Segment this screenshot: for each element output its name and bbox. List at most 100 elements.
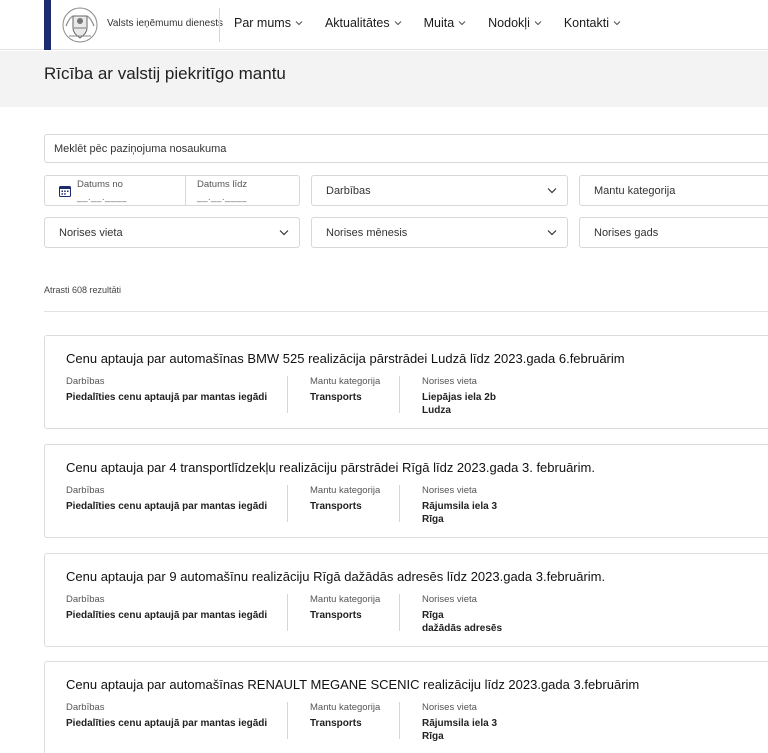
vieta-label: Norises vieta — [422, 376, 477, 387]
darbibas-value: Piedalīties cenu aptaujā par mantas iegā… — [66, 392, 268, 403]
norises-gads-select-label: Norises gads — [594, 227, 659, 239]
vieta-address: Rīga — [422, 610, 444, 621]
darbibas-column: Darbības Piedalīties cenu aptaujā par ma… — [66, 376, 267, 404]
darbibas-select[interactable]: Darbības — [311, 175, 568, 206]
kategorija-value: Transports — [310, 392, 362, 403]
chevron-down-icon — [458, 21, 466, 26]
notice-card[interactable]: Cenu aptauja par 9 automašīnu realizācij… — [44, 553, 768, 647]
results-divider — [44, 311, 768, 312]
date-from-label: Datums no — [77, 179, 123, 190]
darbibas-value: Piedalīties cenu aptaujā par mantas iegā… — [66, 501, 268, 512]
vieta-city: dažādās adresēs — [422, 623, 503, 634]
search-input[interactable]: Meklēt pēc paziņojuma nosaukuma — [44, 134, 768, 163]
kategorija-column: Mantu kategorija Transports — [310, 594, 380, 622]
nav-item-label: Aktualitātes — [324, 16, 390, 30]
vieta-label: Norises vieta — [422, 594, 477, 605]
chevron-down-icon — [547, 230, 557, 236]
darbibas-column: Darbības Piedalīties cenu aptaujā par ma… — [66, 485, 267, 513]
column-divider — [287, 376, 288, 413]
kategorija-label: Mantu kategorija — [310, 485, 381, 496]
notice-title[interactable]: Cenu aptauja par automašīnas RENAULT MEG… — [66, 677, 639, 692]
darbibas-label: Darbības — [66, 594, 105, 605]
nav-item-label: Muita — [423, 16, 455, 30]
notice-card[interactable]: Cenu aptauja par 4 transportlīdzekļu rea… — [44, 444, 768, 538]
column-divider — [399, 485, 400, 522]
darbibas-value: Piedalīties cenu aptaujā par mantas iegā… — [66, 718, 268, 729]
notice-card[interactable]: Cenu aptauja par automašīnas BMW 525 rea… — [44, 335, 768, 429]
main-nav: Par mums Aktualitātes Muita Nodokļi Kont… — [234, 16, 621, 30]
calendar-icon[interactable] — [59, 185, 71, 197]
kategorija-value: Transports — [310, 501, 362, 512]
darbibas-select-label: Darbības — [326, 185, 371, 197]
vieta-city: Rīga — [422, 514, 444, 525]
nav-item-kontakti[interactable]: Kontakti — [564, 16, 621, 30]
nav-item-nodokli[interactable]: Nodokļi — [488, 16, 542, 30]
notice-card[interactable]: Cenu aptauja par automašīnas RENAULT MEG… — [44, 661, 768, 753]
column-divider — [287, 485, 288, 522]
vieta-address: Rājumsila iela 3 — [422, 718, 498, 729]
norises-gads-select[interactable]: Norises gads — [579, 217, 768, 248]
darbibas-label: Darbības — [66, 485, 105, 496]
kategorija-label: Mantu kategorija — [310, 594, 381, 605]
chevron-down-icon — [295, 21, 303, 26]
header-divider — [219, 8, 220, 42]
darbibas-value: Piedalīties cenu aptaujā par mantas iegā… — [66, 610, 268, 621]
search-placeholder: Meklēt pēc paziņojuma nosaukuma — [54, 143, 227, 155]
vieta-address: Rājumsila iela 3 — [422, 501, 498, 512]
kategorija-label: Mantu kategorija — [310, 702, 381, 713]
date-from-field[interactable]: __.__.____ — [77, 192, 127, 202]
darbibas-column: Darbības Piedalīties cenu aptaujā par ma… — [66, 702, 267, 730]
vieta-label: Norises vieta — [422, 702, 477, 713]
column-divider — [287, 594, 288, 631]
chevron-down-icon — [279, 230, 289, 236]
date-range-field: Datums no __.__.____ Datums līdz __.__._… — [44, 175, 300, 206]
kategorija-value: Transports — [310, 610, 362, 621]
mantu-kategorija-select[interactable]: Mantu kategorija — [579, 175, 768, 206]
darbibas-column: Darbības Piedalīties cenu aptaujā par ma… — [66, 594, 267, 622]
darbibas-label: Darbības — [66, 376, 105, 387]
date-divider — [185, 176, 186, 205]
kategorija-column: Mantu kategorija Transports — [310, 485, 380, 513]
coat-of-arms-logo[interactable] — [61, 6, 99, 44]
page-title: Rīcība ar valstij piekritīgo mantu — [44, 64, 286, 83]
norises-vieta-select[interactable]: Norises vieta — [44, 217, 300, 248]
nav-item-label: Nodokļi — [488, 16, 530, 30]
nav-item-par-mums[interactable]: Par mums — [234, 16, 303, 30]
kategorija-value: Transports — [310, 718, 362, 729]
chevron-down-icon — [534, 21, 542, 26]
column-divider — [399, 376, 400, 413]
nav-item-aktualitates[interactable]: Aktualitātes — [325, 16, 402, 30]
vieta-label: Norises vieta — [422, 485, 477, 496]
results-count: Atrasti 608 rezultāti — [44, 285, 122, 295]
norises-menesis-select-label: Norises mēnesis — [326, 227, 408, 239]
column-divider — [399, 702, 400, 739]
kategorija-column: Mantu kategorija Transports — [310, 702, 380, 730]
vieta-city: Ludza — [422, 405, 451, 416]
org-name[interactable]: Valsts ieņēmumu dienests — [107, 18, 223, 29]
nav-item-label: Par mums — [234, 16, 291, 30]
column-divider — [399, 594, 400, 631]
chevron-down-icon — [394, 21, 401, 26]
nav-item-muita[interactable]: Muita — [424, 16, 467, 30]
vieta-city: Rīga — [422, 731, 444, 742]
chevron-down-icon — [547, 188, 557, 194]
kategorija-label: Mantu kategorija — [310, 376, 381, 387]
norises-vieta-select-label: Norises vieta — [59, 227, 123, 239]
nav-item-label: Kontakti — [563, 16, 610, 30]
date-to-field[interactable]: __.__.____ — [197, 192, 247, 202]
vieta-column: Norises vieta Rājumsila iela 3 Rīga — [422, 485, 497, 526]
notice-title[interactable]: Cenu aptauja par 4 transportlīdzekļu rea… — [66, 460, 595, 475]
chevron-down-icon — [613, 21, 621, 26]
vieta-column: Norises vieta Rīga dažādās adresēs — [422, 594, 502, 635]
header-accent-bar — [44, 0, 51, 50]
darbibas-label: Darbības — [66, 702, 105, 713]
norises-menesis-select[interactable]: Norises mēnesis — [311, 217, 568, 248]
vieta-column: Norises vieta Rājumsila iela 3 Rīga — [422, 702, 497, 743]
notice-title[interactable]: Cenu aptauja par 9 automašīnu realizācij… — [66, 569, 605, 584]
vieta-address: Liepājas iela 2b — [422, 392, 496, 403]
column-divider — [287, 702, 288, 739]
kategorija-column: Mantu kategorija Transports — [310, 376, 380, 404]
date-to-label: Datums līdz — [197, 179, 248, 190]
site-header: Valsts ieņēmumu dienests Par mums Aktual… — [0, 0, 768, 50]
notice-title[interactable]: Cenu aptauja par automašīnas BMW 525 rea… — [66, 351, 625, 366]
